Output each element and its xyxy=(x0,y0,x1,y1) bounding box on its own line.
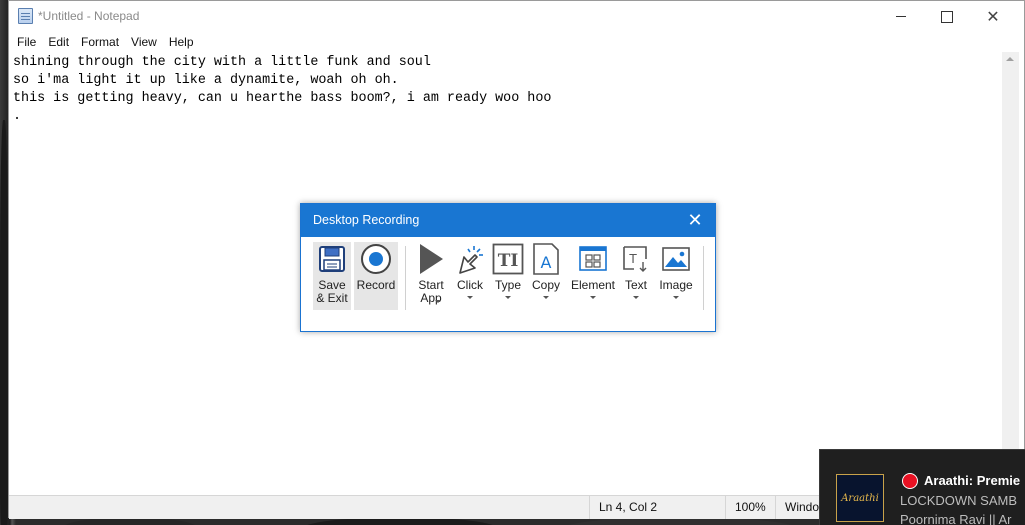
vertical-scrollbar[interactable] xyxy=(1002,52,1019,495)
cursor-position: Ln 4, Col 2 xyxy=(589,496,729,519)
recorder-close-button[interactable]: ✕ xyxy=(685,210,705,230)
editor-line: so i'ma light it up like a dynamite, woa… xyxy=(13,73,399,88)
menu-bar: File Edit Format View Help xyxy=(9,32,1024,52)
desktop-wallpaper-figure xyxy=(560,518,800,525)
floppy-disk-icon xyxy=(316,242,348,276)
menu-format[interactable]: Format xyxy=(75,32,125,52)
text-icon: T xyxy=(620,242,652,276)
tool-label: Image xyxy=(659,278,693,292)
record-icon xyxy=(360,242,392,276)
channel-thumbnail: Araathi xyxy=(836,474,884,522)
notification-toast[interactable]: Araathi Araathi: Premie LOCKDOWN SAMB Po… xyxy=(819,449,1025,525)
tool-label: Type xyxy=(494,278,521,292)
window-title: *Untitled - Notepad xyxy=(38,9,140,23)
desktop-wallpaper-figure xyxy=(60,518,200,525)
type-icon: TI xyxy=(492,242,524,276)
image-button[interactable]: Image xyxy=(656,242,696,310)
start-app-button[interactable]: Start App xyxy=(413,242,449,310)
dropdown-caret-icon xyxy=(435,300,441,303)
menu-view[interactable]: View xyxy=(125,32,163,52)
notification-title: Araathi: Premie xyxy=(924,473,1021,488)
notepad-app-icon[interactable] xyxy=(18,8,33,24)
tool-label: Text xyxy=(624,278,647,292)
recorder-title-bar[interactable]: Desktop Recording ✕ xyxy=(301,204,715,237)
zoom-level: 100% xyxy=(725,496,781,519)
notification-line: LOCKDOWN SAMB xyxy=(900,493,1018,508)
tool-label: Click xyxy=(457,278,483,292)
toolbar-separator xyxy=(405,246,406,310)
live-indicator-icon xyxy=(902,473,918,489)
svg-text:TI: TI xyxy=(498,251,519,271)
notification-line: Poornima Ravi || Ar xyxy=(900,512,1012,525)
minimize-button[interactable] xyxy=(878,1,924,32)
editor-line: this is getting heavy, can u hearthe bas… xyxy=(13,91,552,106)
scroll-up-arrow-icon[interactable] xyxy=(1006,57,1014,61)
click-button[interactable]: Click xyxy=(452,242,488,310)
type-button[interactable]: TI Type xyxy=(490,242,526,310)
tool-label: Record xyxy=(356,278,396,292)
svg-text:A: A xyxy=(541,253,552,272)
tool-label: Save & Exit xyxy=(316,278,348,305)
svg-text:T: T xyxy=(628,252,637,266)
tool-label: Copy xyxy=(531,278,560,292)
element-icon xyxy=(577,242,609,276)
dropdown-caret-icon xyxy=(467,296,473,299)
copy-text-icon: A xyxy=(530,242,562,276)
recorder-toolbar: Save & Exit Record Start App Click TI Ty… xyxy=(301,238,715,332)
desktop-wallpaper-figure xyxy=(0,120,8,525)
menu-help[interactable]: Help xyxy=(163,32,200,52)
dropdown-caret-icon xyxy=(505,296,511,299)
menu-file[interactable]: File xyxy=(11,32,42,52)
dropdown-caret-icon xyxy=(633,296,639,299)
toolbar-separator xyxy=(703,246,704,310)
editor-line: . xyxy=(13,109,22,124)
menu-edit[interactable]: Edit xyxy=(42,32,75,52)
close-button[interactable]: ✕ xyxy=(970,1,1016,32)
maximize-button[interactable] xyxy=(924,1,970,32)
thumbnail-logo-text: Araathi xyxy=(841,492,879,504)
desktop-wallpaper-figure xyxy=(300,518,500,525)
editor-line: shining through the city with a little f… xyxy=(13,55,431,70)
desktop-recording-dialog: Desktop Recording ✕ Save & Exit Record S… xyxy=(300,203,716,332)
save-exit-button[interactable]: Save & Exit xyxy=(313,242,351,310)
record-button[interactable]: Record xyxy=(354,242,398,310)
cursor-click-icon xyxy=(454,242,486,276)
dropdown-caret-icon xyxy=(673,296,679,299)
tool-label: Element xyxy=(570,278,616,292)
line-ending: Windo xyxy=(775,496,825,519)
play-icon xyxy=(415,242,447,276)
dropdown-caret-icon xyxy=(590,296,596,299)
title-bar[interactable]: *Untitled - Notepad ✕ xyxy=(9,1,1024,32)
copy-button[interactable]: A Copy xyxy=(528,242,564,310)
recorder-title: Desktop Recording xyxy=(313,213,420,227)
element-button[interactable]: Element xyxy=(569,242,617,310)
dropdown-caret-icon xyxy=(543,296,549,299)
image-icon xyxy=(660,242,692,276)
text-button[interactable]: T Text xyxy=(619,242,653,310)
